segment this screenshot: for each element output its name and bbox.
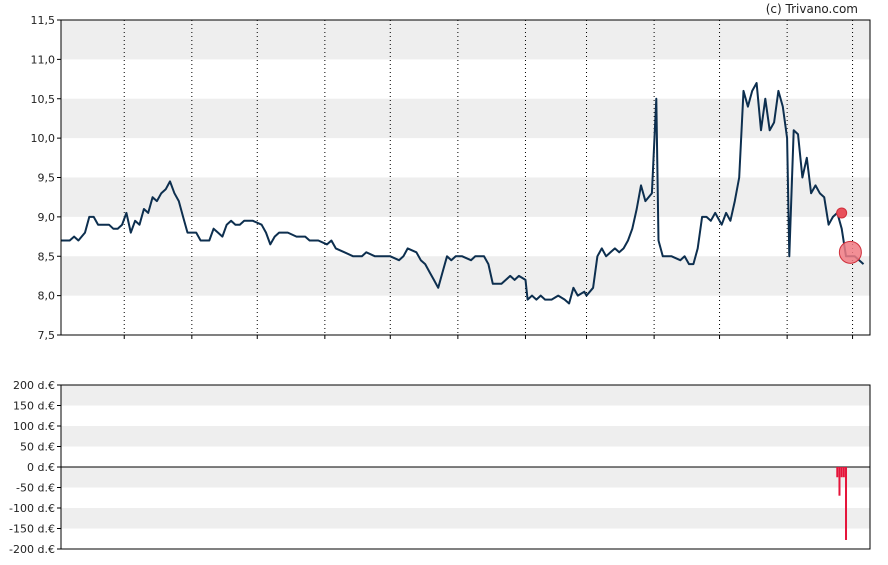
price-y-tick-label: 8,0 — [38, 290, 56, 303]
flow-y-tick-label: -50 d.€ — [16, 482, 55, 495]
chart-stage: (c) Trivano.com 7,5 8,0 8,5 9,0 9,5 10,0 10,5 1… — [0, 0, 888, 565]
price-bands — [61, 20, 870, 296]
price-band — [61, 256, 870, 296]
flow-y-tick-label: 200 d.€ — [13, 379, 55, 392]
flow-bar — [845, 467, 848, 540]
current-price-marker — [838, 240, 862, 264]
flow-y-axis: 200 d.€ 150 d.€ 100 d.€ 50 d.€ 0 d.€ -50 d.€ -… — [9, 379, 61, 556]
flow-y-tick-label: -150 d.€ — [9, 523, 55, 536]
flow-chart: 200 d.€ 150 d.€ 100 d.€ 50 d.€ 0 d.€ -50 d.€ -… — [9, 379, 871, 556]
price-y-tick-label: 10,0 — [31, 132, 56, 145]
flow-bar — [842, 467, 845, 478]
price-y-tick-label: 10,5 — [31, 93, 56, 106]
flow-y-tick-label: 0 d.€ — [27, 461, 55, 474]
flow-band — [61, 385, 870, 406]
flow-y-tick-label: 150 d.€ — [13, 400, 55, 413]
price-x-axis: augsepoktnovdec2025febmrtaprmeijunjul — [114, 335, 859, 345]
price-y-tick-label: 8,5 — [38, 250, 56, 263]
price-y-tick-label: 7,5 — [38, 329, 56, 342]
flow-bar — [838, 467, 841, 496]
event-marker — [836, 207, 848, 219]
flow-y-tick-label: -100 d.€ — [9, 502, 55, 515]
price-y-tick-label: 11,0 — [31, 53, 56, 66]
flow-band — [61, 426, 870, 447]
price-y-tick-label: 11,5 — [31, 14, 56, 27]
price-y-axis: 7,5 8,0 8,5 9,0 9,5 10,0 10,5 11,0 11,5 — [31, 14, 61, 342]
price-y-tick-label: 9,5 — [38, 172, 56, 185]
price-chart: 7,5 8,0 8,5 9,0 9,5 10,0 10,5 11,0 11,5 augsepok… — [31, 14, 871, 345]
flow-bar — [840, 467, 843, 478]
flow-band — [61, 467, 870, 488]
flow-y-tick-label: -200 d.€ — [9, 543, 55, 556]
flow-band — [61, 508, 870, 529]
price-y-tick-label: 9,0 — [38, 211, 56, 224]
price-band — [61, 20, 870, 60]
flow-bar — [836, 467, 839, 478]
flow-bands — [61, 385, 870, 529]
flow-y-tick-label: 50 d.€ — [20, 441, 55, 454]
flow-y-tick-label: 100 d.€ — [13, 420, 55, 433]
